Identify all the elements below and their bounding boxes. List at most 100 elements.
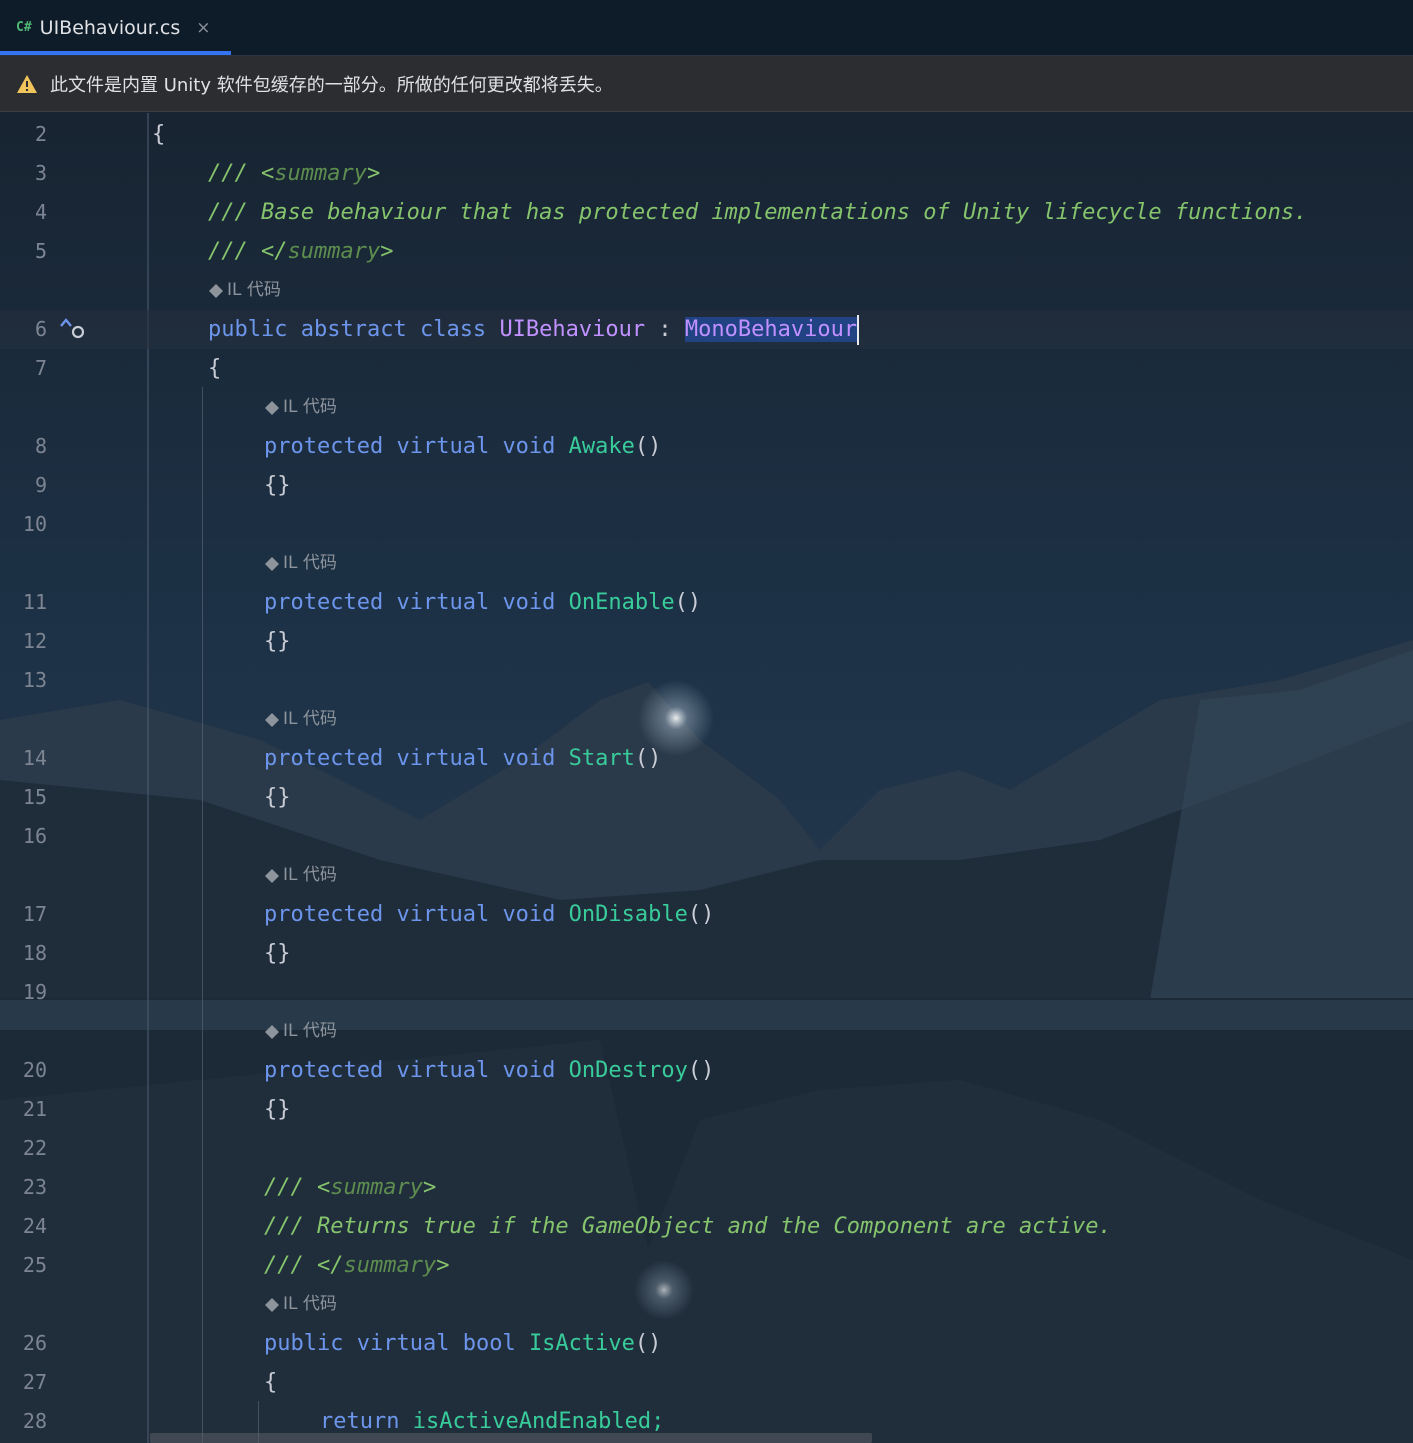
code-text: {}: [264, 941, 291, 966]
code-text: {}: [264, 785, 291, 810]
code-line: 16: [0, 817, 1413, 856]
method-declaration: protected virtual void OnEnable(): [264, 590, 702, 615]
doc-comment: /// </summary>: [208, 239, 394, 264]
close-icon[interactable]: ×: [196, 18, 210, 38]
line-number: 12: [22, 629, 47, 653]
line-number: 21: [22, 1097, 47, 1121]
code-text: {: [264, 1370, 278, 1395]
line-number: 28: [22, 1409, 47, 1433]
selected-text: MonoBehaviour: [684, 317, 858, 342]
code-line: 13: [0, 661, 1413, 700]
il-diamond-icon: [265, 1297, 279, 1312]
line-number: 2: [34, 122, 47, 146]
code-line: 3 /// <summary>: [0, 154, 1413, 193]
code-editor[interactable]: 2 { 3 /// <summary> 4 /// Base behaviour…: [0, 113, 1413, 1443]
il-code-hint[interactable]: IL 代码: [264, 856, 337, 895]
code-line: 20 protected virtual void OnDestroy(): [0, 1051, 1413, 1090]
doc-comment: /// <summary>: [264, 1175, 437, 1200]
il-code-hint[interactable]: IL 代码: [264, 388, 337, 427]
line-number: 19: [22, 980, 47, 1004]
line-number: 25: [22, 1253, 47, 1277]
code-line: 9 {}: [0, 466, 1413, 505]
line-number: 17: [22, 902, 47, 926]
editor-tab-bar: C# UIBehaviour.cs ×: [0, 0, 1413, 56]
line-number: 8: [34, 434, 47, 458]
il-code-hint[interactable]: IL 代码: [264, 544, 337, 583]
code-text: {}: [264, 473, 291, 498]
code-line: 17 protected virtual void OnDisable(): [0, 895, 1413, 934]
code-line: 19: [0, 973, 1413, 1012]
doc-comment: /// </summary>: [264, 1253, 450, 1278]
code-text: {}: [264, 629, 291, 654]
warning-text: 此文件是内置 Unity 软件包缓存的一部分。所做的任何更改都将丢失。: [50, 74, 613, 96]
code-line: 7 {: [0, 349, 1413, 388]
line-number: 27: [22, 1370, 47, 1394]
line-number: 16: [22, 824, 47, 848]
code-line: 10: [0, 505, 1413, 544]
line-number: 3: [34, 161, 47, 185]
line-number: 4: [34, 200, 47, 224]
code-line: 8 protected virtual void Awake(): [0, 427, 1413, 466]
code-line: 15 {}: [0, 778, 1413, 817]
il-diamond-icon: [209, 283, 223, 298]
line-number: 11: [22, 590, 47, 614]
code-line: 18 {}: [0, 934, 1413, 973]
code-line: 22: [0, 1129, 1413, 1168]
csharp-file-icon: C#: [16, 20, 32, 35]
il-diamond-icon: [265, 712, 279, 727]
code-line: 23 /// <summary>: [0, 1168, 1413, 1207]
code-line: 5 /// </summary>: [0, 232, 1413, 271]
code-line: 4 /// Base behaviour that has protected …: [0, 193, 1413, 232]
method-declaration: protected virtual void Awake(): [264, 434, 662, 459]
tab-uibehaviour[interactable]: C# UIBehaviour.cs ×: [0, 0, 231, 55]
horizontal-scrollbar[interactable]: [150, 1433, 872, 1443]
line-number: 6: [34, 317, 47, 341]
tab-filename: UIBehaviour.cs: [39, 16, 181, 39]
class-declaration: public abstract class UIBehaviour : Mono…: [208, 310, 860, 349]
method-declaration: protected virtual void OnDisable(): [264, 902, 715, 927]
doc-comment: /// Returns true if the GameObject and t…: [264, 1214, 1112, 1239]
code-line: 14 protected virtual void Start(): [0, 739, 1413, 778]
code-line: 27 {: [0, 1363, 1413, 1402]
line-number: 20: [22, 1058, 47, 1082]
line-number: 13: [22, 668, 47, 692]
line-number: 23: [22, 1175, 47, 1199]
code-line: 11 protected virtual void OnEnable(): [0, 583, 1413, 622]
doc-comment: /// <summary>: [208, 161, 381, 186]
method-declaration: protected virtual void OnDestroy(): [264, 1058, 715, 1083]
line-number: 26: [22, 1331, 47, 1355]
line-number: 24: [22, 1214, 47, 1238]
il-diamond-icon: [265, 556, 279, 571]
line-number: 14: [22, 746, 47, 770]
il-code-hint[interactable]: IL 代码: [264, 700, 337, 739]
line-number: 10: [22, 512, 47, 536]
code-text: {: [152, 122, 166, 147]
il-diamond-icon: [265, 868, 279, 883]
code-line: 12 {}: [0, 622, 1413, 661]
code-text: {}: [264, 1097, 291, 1122]
il-code-hint[interactable]: IL 代码: [264, 1012, 337, 1051]
implements-override-gutter-icon[interactable]: [58, 316, 88, 342]
code-line: 25 /// </summary>: [0, 1246, 1413, 1285]
code-line: 24 /// Returns true if the GameObject an…: [0, 1207, 1413, 1246]
il-code-hint[interactable]: IL 代码: [264, 1285, 337, 1324]
text-caret: [857, 315, 860, 345]
active-tab-indicator: [0, 51, 231, 55]
line-number: 5: [34, 239, 47, 263]
line-number: 22: [22, 1136, 47, 1160]
warning-triangle-icon: [17, 74, 37, 93]
method-declaration: protected virtual void Start(): [264, 746, 662, 771]
il-code-hint[interactable]: IL 代码: [208, 271, 281, 310]
code-line-current: 6 public abstract class UIBehaviour : Mo…: [0, 310, 1413, 349]
code-text: {: [208, 356, 222, 381]
il-diamond-icon: [265, 1024, 279, 1039]
line-number: 18: [22, 941, 47, 965]
line-number: 7: [34, 356, 47, 380]
code-line: 21 {}: [0, 1090, 1413, 1129]
readonly-warning-banner: 此文件是内置 Unity 软件包缓存的一部分。所做的任何更改都将丢失。: [0, 56, 1413, 112]
code-line: 2 {: [0, 115, 1413, 154]
line-number: 9: [34, 473, 47, 497]
doc-comment: /// Base behaviour that has protected im…: [208, 200, 1308, 225]
code-line: 26 public virtual bool IsActive(): [0, 1324, 1413, 1363]
method-declaration: public virtual bool IsActive(): [264, 1331, 662, 1356]
